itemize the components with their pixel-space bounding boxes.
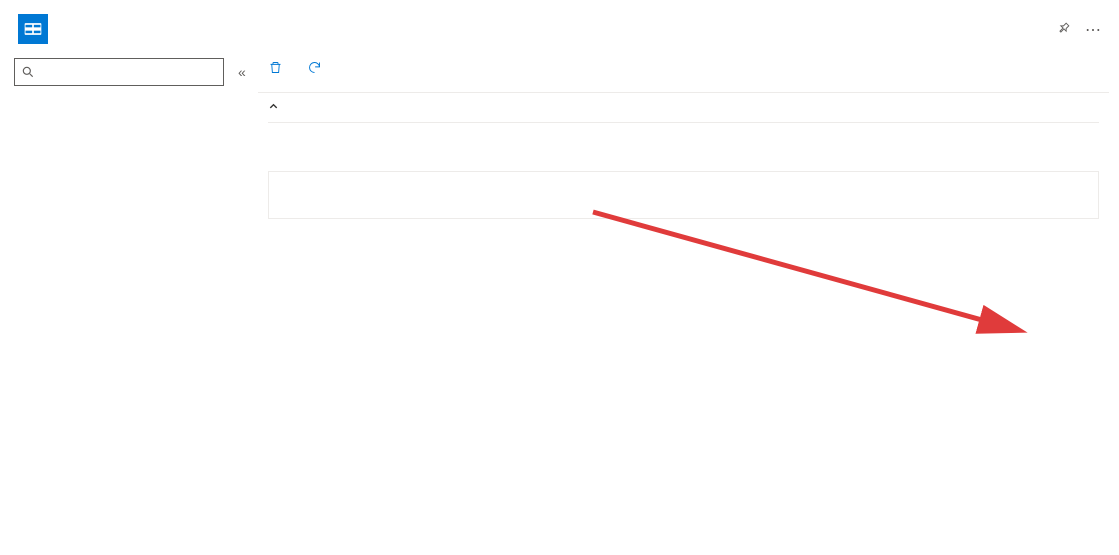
message-counts-card (268, 171, 1099, 219)
refresh-icon (307, 60, 322, 75)
sidebar-search[interactable] (14, 58, 224, 86)
page-header: ⋯ (0, 0, 1119, 52)
search-icon (21, 65, 35, 79)
essentials-panel (258, 92, 1109, 123)
refresh-button[interactable] (307, 60, 328, 75)
delete-button[interactable] (268, 60, 289, 75)
essentials-toggle[interactable] (268, 101, 1099, 123)
sidebar: « (0, 52, 258, 219)
metrics-strip (258, 123, 1109, 143)
more-icon[interactable]: ⋯ (1085, 20, 1101, 40)
chevron-up-icon (268, 101, 279, 112)
trash-icon (268, 60, 283, 75)
toolbar (258, 52, 1109, 92)
resource-icon (18, 14, 48, 44)
sidebar-search-input[interactable] (41, 65, 217, 80)
annotation-arrow (588, 207, 1048, 387)
pin-icon[interactable] (1056, 21, 1071, 39)
collapse-sidebar-icon[interactable]: « (234, 64, 250, 80)
